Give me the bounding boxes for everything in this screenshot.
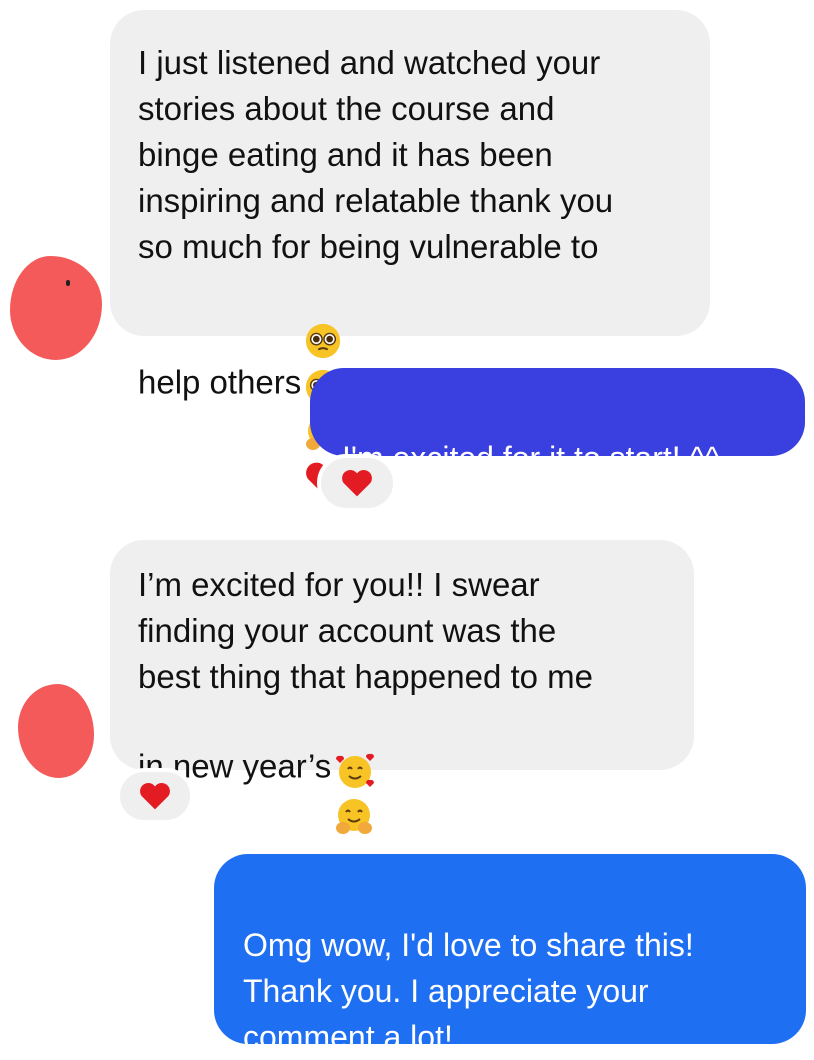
emoji-row <box>331 700 376 838</box>
redacted-avatar <box>10 256 102 360</box>
avatar-mark <box>66 280 70 286</box>
message-text: I just listened and watched your stories… <box>138 44 614 401</box>
incoming-message[interactable]: I’m excited for you!! I swear finding yo… <box>110 540 694 835</box>
message-text: Omg wow, I'd love to share this! Thank y… <box>243 927 694 1055</box>
smiling-face-with-hearts-icon <box>336 754 375 789</box>
red-heart-icon <box>140 783 170 810</box>
outgoing-message[interactable]: I'm excited for it to start! ^^ <box>310 368 805 476</box>
incoming-message[interactable]: I just listened and watched your stories… <box>110 10 710 497</box>
red-heart-icon <box>342 470 372 497</box>
heart-reaction[interactable] <box>317 454 397 512</box>
outgoing-message[interactable]: Omg wow, I'd love to share this! Thank y… <box>214 854 806 1055</box>
hugging-face-icon <box>336 799 373 835</box>
heart-reaction[interactable] <box>116 768 194 824</box>
message-text: I'm excited for it to start! ^^ <box>342 440 720 476</box>
pleading-face-icon <box>306 324 341 359</box>
redacted-avatar <box>18 684 94 778</box>
